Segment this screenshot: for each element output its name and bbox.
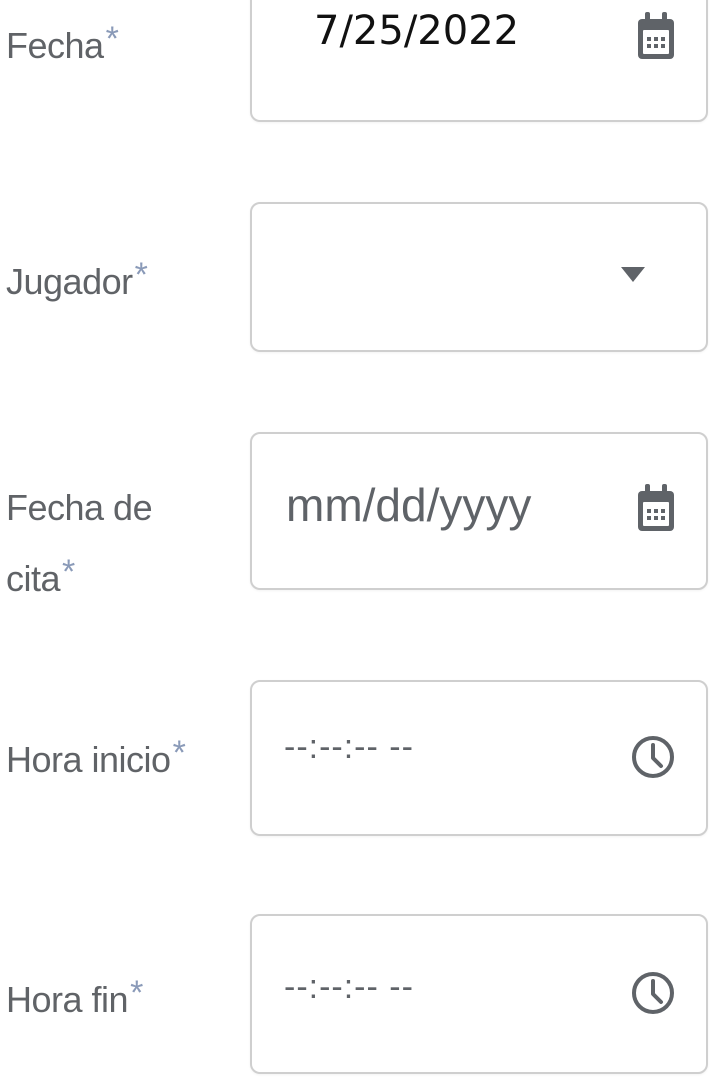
jugador-select[interactable] — [250, 202, 708, 352]
hora-fin-placeholder: --:--:-- -- — [284, 968, 414, 1006]
fecha-cita-label-line2: cita — [6, 558, 61, 599]
hora-inicio-label-text: Hora inicio — [6, 739, 171, 780]
clock-icon[interactable] — [630, 970, 676, 1016]
chevron-down-icon[interactable] — [620, 266, 646, 284]
calendar-icon[interactable] — [636, 10, 676, 62]
hora-fin-label-text: Hora fin — [6, 979, 129, 1020]
required-asterisk: * — [134, 256, 148, 294]
hora-inicio-field[interactable]: --:--:-- -- — [250, 680, 708, 836]
required-asterisk: * — [105, 20, 119, 58]
fecha-cita-field[interactable]: mm/dd/yyyy — [250, 432, 708, 590]
fecha-label: Fecha* — [6, 8, 119, 77]
required-asterisk: * — [62, 553, 75, 591]
jugador-label: Jugador* — [6, 244, 148, 313]
required-asterisk: * — [130, 974, 143, 1012]
fecha-cita-label-line1: Fecha de — [6, 487, 153, 528]
hora-fin-label: Hora fin* — [6, 962, 143, 1031]
fecha-field[interactable]: 7/25/2022 — [250, 0, 708, 122]
fecha-cita-placeholder: mm/dd/yyyy — [286, 479, 532, 531]
hora-fin-field[interactable]: --:--:-- -- — [250, 914, 708, 1074]
hora-inicio-placeholder: --:--:-- -- — [284, 728, 414, 766]
fecha-value: 7/25/2022 — [314, 8, 520, 54]
jugador-label-text: Jugador — [6, 261, 133, 302]
required-asterisk: * — [172, 734, 186, 772]
fecha-cita-label: Fecha de cita* — [6, 476, 153, 611]
fecha-label-text: Fecha — [6, 25, 104, 66]
calendar-icon[interactable] — [636, 482, 676, 534]
hora-inicio-label: Hora inicio* — [6, 722, 186, 791]
clock-icon[interactable] — [630, 734, 676, 780]
